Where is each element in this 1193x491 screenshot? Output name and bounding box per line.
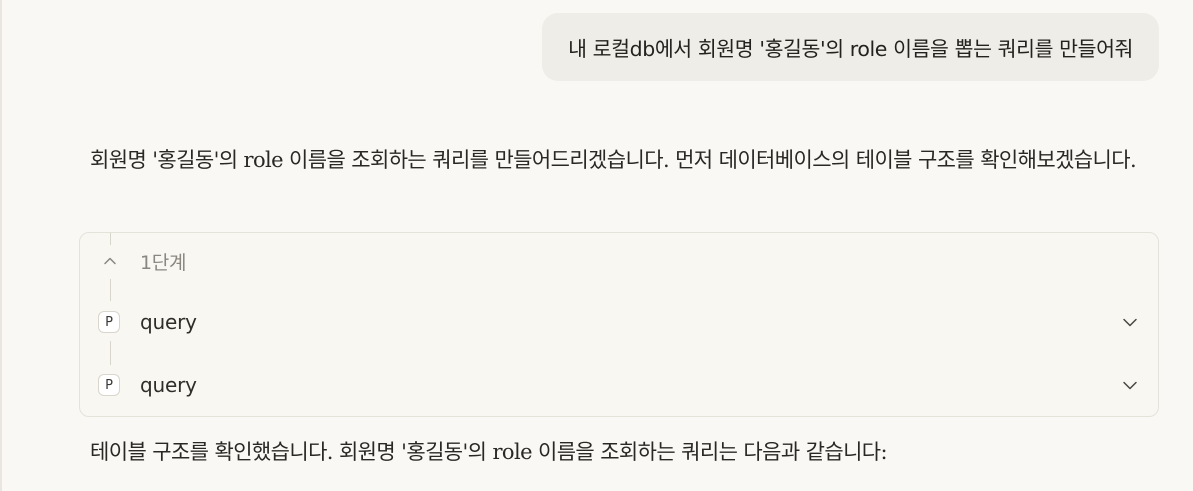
step-connector-line bbox=[110, 279, 111, 301]
step-connector-line bbox=[110, 341, 111, 365]
step-label: 1단계 bbox=[140, 251, 187, 274]
assistant-followup-text: 테이블 구조를 확인했습니다. 회원명 '홍길동'의 role 이름을 조회하는… bbox=[90, 440, 888, 464]
chevron-down-icon[interactable] bbox=[1118, 310, 1142, 334]
tool-steps-panel: 1단계 P query P query bbox=[79, 232, 1159, 417]
assistant-intro-text: 회원명 '홍길동'의 role 이름을 조회하는 쿼리를 만들어드리겠습니다. … bbox=[90, 148, 1137, 172]
tool-badge: P bbox=[98, 311, 120, 333]
tool-name: query bbox=[140, 310, 197, 334]
step-header-toggle[interactable]: 1단계 bbox=[98, 247, 186, 275]
user-message-bubble: 내 로컬db에서 회원명 '홍길동'의 role 이름을 뽑는 쿼리를 만들어줘 bbox=[542, 13, 1159, 81]
tool-call-row[interactable]: P query bbox=[98, 370, 1142, 400]
tool-badge: P bbox=[98, 374, 120, 396]
sidebar-edge-divider bbox=[0, 0, 2, 491]
step-connector-line bbox=[110, 233, 111, 245]
user-message-text: 내 로컬db에서 회원명 '홍길동'의 role 이름을 뽑는 쿼리를 만들어줘 bbox=[568, 37, 1133, 61]
tool-call-row[interactable]: P query bbox=[98, 307, 1142, 337]
tool-name: query bbox=[140, 373, 197, 397]
chevron-down-icon[interactable] bbox=[1118, 373, 1142, 397]
chevron-up-icon bbox=[98, 249, 122, 273]
